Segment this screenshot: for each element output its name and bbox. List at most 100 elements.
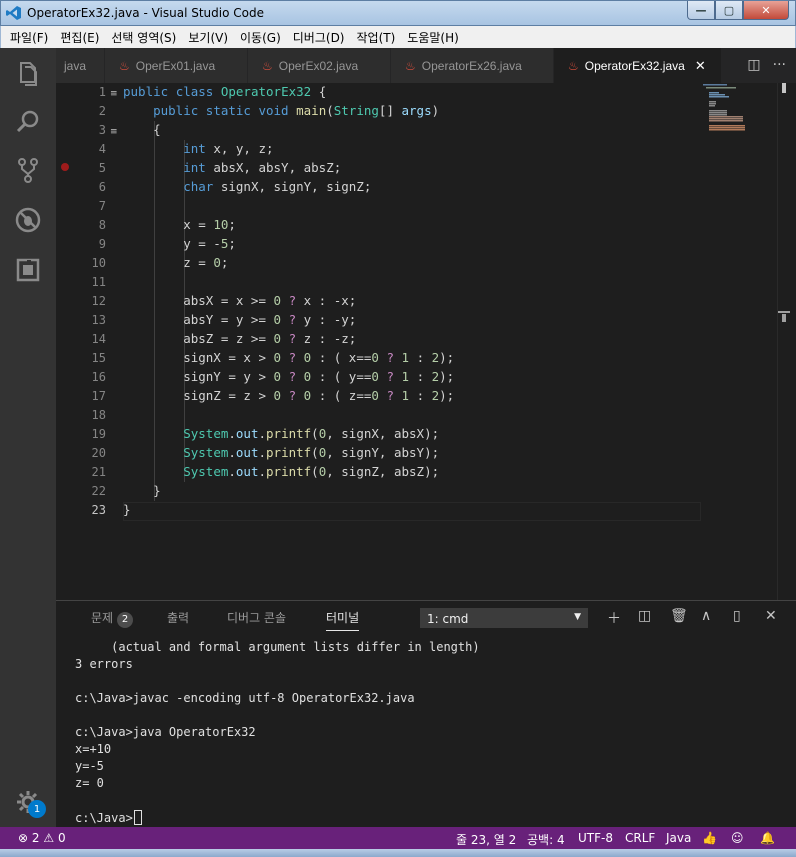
terminal-line: z= 0: [75, 776, 104, 790]
menu-edit[interactable]: 편집(E): [54, 29, 105, 46]
tab-operatorex32[interactable]: ♨ OperatorEx32.java ✕: [554, 48, 722, 83]
line-number: 19: [91, 427, 106, 441]
line-number: 8: [98, 218, 106, 232]
extensions-icon[interactable]: [14, 256, 42, 284]
fold-icon[interactable]: ≡: [110, 127, 118, 137]
scroll-thumb[interactable]: [782, 83, 786, 93]
split-editor-icon[interactable]: ◫: [747, 57, 760, 73]
tab-label: java: [64, 58, 87, 73]
bottom-panel: 문제 2 출력 디버그 콘솔 터미널 1: cmd ▼ ＋ ◫ 🗑 ∧ ▯ ✕ (…: [56, 600, 796, 827]
explorer-icon[interactable]: [14, 60, 42, 88]
trash-icon[interactable]: 🗑: [670, 608, 688, 624]
line-number: 14: [91, 332, 106, 346]
tab-problems-label: 문제: [91, 611, 114, 625]
fold-icon[interactable]: ≡: [110, 89, 118, 99]
line-number: 21: [91, 465, 106, 479]
chevron-up-icon[interactable]: ∧: [701, 608, 711, 624]
terminal-select-value: 1: cmd: [427, 612, 469, 626]
code-line: absY = y >= 0 ? y : -y;: [123, 312, 357, 327]
tab-problems[interactable]: 문제 2: [91, 609, 134, 628]
code-line: z = 0;: [123, 255, 229, 270]
new-terminal-icon[interactable]: ＋: [607, 608, 621, 628]
code-line: }: [123, 502, 131, 517]
line-number: 13: [91, 313, 106, 327]
minimize-button[interactable]: —: [687, 1, 715, 20]
terminal-line: (actual and formal argument lists differ…: [75, 640, 480, 654]
line-number: 16: [91, 370, 106, 384]
menu-debug[interactable]: 디버그(D): [287, 29, 351, 46]
search-icon[interactable]: [14, 108, 42, 136]
terminal-line: c:\Java>javac -encoding utf-8 OperatorEx…: [75, 691, 415, 705]
tab-operex01[interactable]: ♨ OperEx01.java: [105, 48, 248, 83]
error-icon: ⊗: [18, 831, 29, 845]
code-line: public class OperatorEx32 {: [123, 84, 327, 99]
code-line: y = -5;: [123, 236, 236, 251]
line-number: 12: [91, 294, 106, 308]
terminal-select[interactable]: 1: cmd ▼: [420, 608, 588, 628]
java-icon: ♨: [119, 58, 130, 73]
scroll-marker: [782, 314, 786, 322]
menu-go[interactable]: 이동(G): [234, 29, 287, 46]
code-line: signZ = z > 0 ? 0 : ( z==0 ? 1 : 2);: [123, 388, 455, 403]
line-number: 18: [91, 408, 106, 422]
code-line: System.out.printf(0, signY, absY);: [183, 445, 440, 460]
menu-help[interactable]: 도움말(H): [401, 29, 465, 46]
terminal-line: 3 errors: [75, 657, 133, 671]
indentation-status[interactable]: 공백: 4: [527, 831, 565, 848]
line-number: 7: [98, 199, 106, 213]
menu-tasks[interactable]: 작업(T): [351, 29, 402, 46]
close-panel-icon[interactable]: ✕: [765, 608, 777, 624]
close-tab-icon[interactable]: ✕: [695, 58, 706, 74]
window-title: OperatorEx32.java - Visual Studio Code: [27, 6, 264, 20]
tab-debug-console[interactable]: 디버그 콘솔: [227, 609, 286, 626]
menu-bar: 파일(F) 편집(E) 선택 영역(S) 보기(V) 이동(G) 디버그(D) …: [0, 26, 796, 48]
problems-count-badge: 2: [117, 611, 134, 628]
code-line: x = 10;: [123, 217, 236, 232]
scroll-marker: [778, 311, 790, 313]
close-window-button[interactable]: ✕: [743, 1, 789, 20]
line-number: 22: [91, 484, 106, 498]
window-titlebar[interactable]: OperatorEx32.java - Visual Studio Code —…: [0, 0, 796, 26]
problems-status[interactable]: ⊗ 2 ⚠ 0: [18, 831, 66, 845]
code-line: char signX, signY, signZ;: [183, 179, 372, 194]
split-terminal-icon[interactable]: ◫: [638, 608, 651, 624]
maximize-button[interactable]: ▢: [715, 1, 743, 20]
minimap[interactable]: [701, 83, 777, 143]
activity-bar: 1: [0, 48, 56, 827]
code-line: {: [123, 122, 161, 137]
terminal-line: c:\Java>java OperatorEx32: [75, 725, 256, 739]
tab-partial[interactable]: java: [56, 48, 105, 83]
editor-tabs: java ♨ OperEx01.java ♨ OperEx02.java ♨ O…: [56, 48, 796, 83]
current-line-highlight: [123, 502, 701, 521]
tab-label: OperEx02.java: [278, 58, 359, 73]
tab-label: OperatorEx26.java: [421, 58, 522, 73]
menu-selection[interactable]: 선택 영역(S): [105, 29, 182, 46]
editor-scrollbar[interactable]: [777, 83, 791, 600]
tab-operatorex26[interactable]: ♨ OperatorEx26.java: [391, 48, 554, 83]
feedback-icon[interactable]: 👍: [702, 831, 717, 845]
tab-terminal[interactable]: 터미널: [326, 609, 360, 631]
code-line: System.out.printf(0, signZ, absZ);: [183, 464, 440, 479]
code-line: signY = y > 0 ? 0 : ( y==0 ? 1 : 2);: [123, 369, 455, 384]
encoding-status[interactable]: UTF-8: [578, 831, 613, 845]
error-count: 2: [31, 831, 40, 845]
breakpoint-icon[interactable]: [61, 163, 69, 171]
eol-status[interactable]: CRLF: [625, 831, 655, 845]
code-editor[interactable]: 1 2 3 4 5 6 7 8 9 10 11 12 13 14 15 16 17 18 19 20 21 22 23 ≡ …: [56, 83, 796, 600]
debug-icon[interactable]: [14, 206, 42, 234]
cursor-position[interactable]: 줄 23, 열 2: [456, 831, 516, 848]
tab-operex02[interactable]: ♨ OperEx02.java: [248, 48, 391, 83]
tab-label: OperatorEx32.java: [584, 58, 685, 73]
menu-view[interactable]: 보기(V): [182, 29, 234, 46]
language-status[interactable]: Java: [666, 831, 691, 845]
more-actions-icon[interactable]: ···: [773, 57, 786, 73]
toggle-panel-icon[interactable]: ▯: [733, 608, 741, 624]
code-line: int absX, absY, absZ;: [183, 160, 342, 175]
code-line: absX = x >= 0 ? x : -x;: [123, 293, 357, 308]
source-control-icon[interactable]: [14, 156, 42, 184]
bell-icon[interactable]: 🔔: [760, 831, 775, 845]
tab-output[interactable]: 출력: [167, 609, 189, 626]
menu-file[interactable]: 파일(F): [4, 29, 54, 46]
line-number: 5: [98, 161, 106, 175]
smiley-icon[interactable]: ☺: [731, 831, 744, 845]
